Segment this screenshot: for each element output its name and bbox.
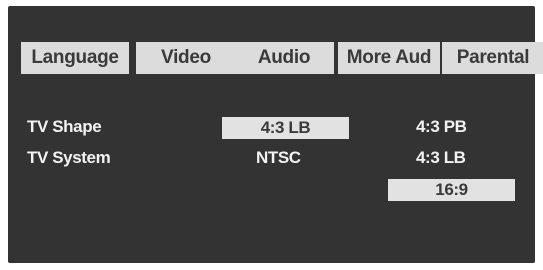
tab-audio[interactable]: Audio: [234, 42, 334, 74]
tab-language[interactable]: Language: [21, 42, 129, 74]
tv-system-value[interactable]: NTSC: [256, 147, 301, 169]
tv-shape-option-16-9[interactable]: 16:9: [388, 179, 515, 201]
tab-more-audio[interactable]: More Aud: [338, 42, 440, 74]
tv-shape-option-43-lb[interactable]: 4:3 LB: [416, 147, 466, 169]
tv-shape-label: TV Shape: [27, 117, 102, 136]
tab-video[interactable]: Video: [136, 42, 236, 74]
tv-system-label: TV System: [27, 148, 111, 167]
tv-shape-current-value[interactable]: 4:3 LB: [222, 117, 349, 139]
tab-parental[interactable]: Parental: [442, 42, 543, 74]
setup-menu-panel: Language Video Audio More Aud Parental T…: [8, 6, 543, 263]
tv-shape-option-43-pb[interactable]: 4:3 PB: [416, 116, 467, 138]
setup-menu-screen: Language Video Audio More Aud Parental T…: [0, 0, 543, 270]
